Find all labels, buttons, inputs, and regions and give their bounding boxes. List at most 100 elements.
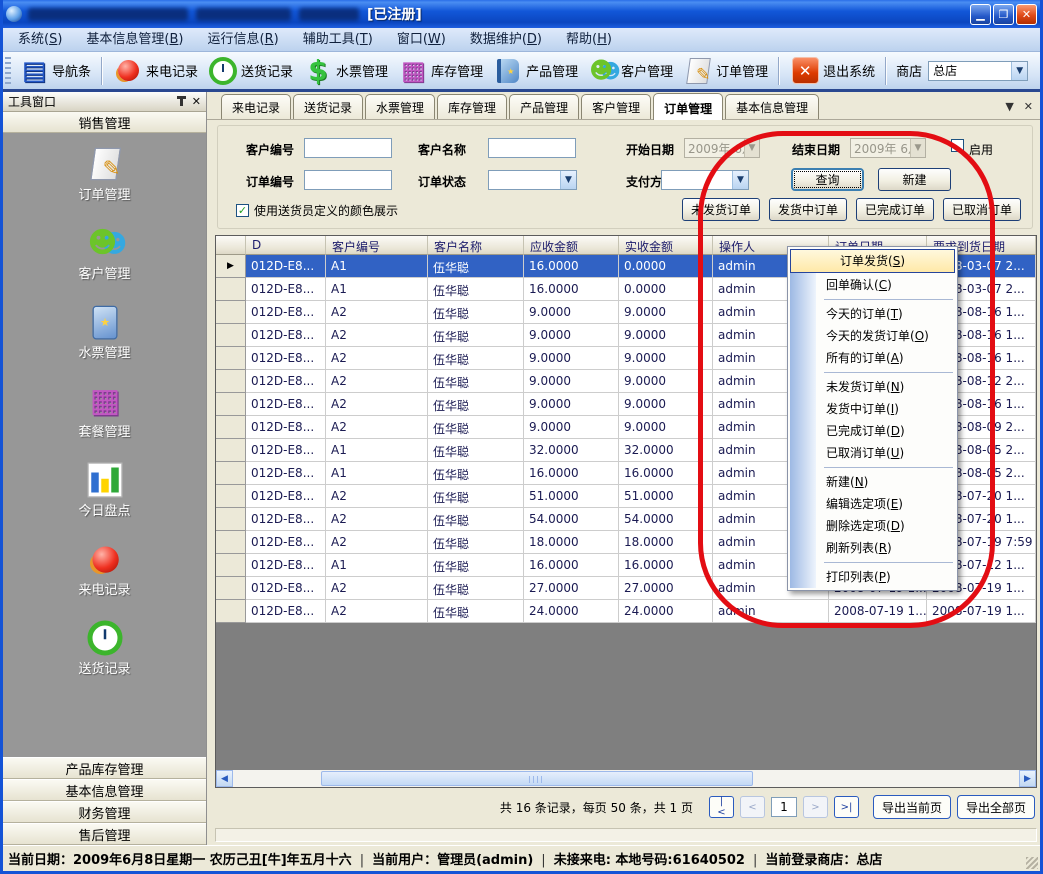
menubar-item[interactable]: 基本信息管理(B) xyxy=(76,29,193,51)
row-selector-cell[interactable] xyxy=(216,531,246,554)
scrollbar-thumb[interactable] xyxy=(321,771,753,786)
row-selector-cell[interactable] xyxy=(216,278,246,301)
first-page-button[interactable]: |< xyxy=(709,796,734,818)
toolbar-button[interactable]: 导航条 xyxy=(14,54,96,88)
tab[interactable]: 来电记录 xyxy=(221,94,291,119)
sidebar-item[interactable]: 来电记录 xyxy=(3,544,206,598)
toolbar-button[interactable]: 订单管理 xyxy=(678,54,773,88)
menubar-item[interactable]: 运行信息(R) xyxy=(198,29,289,51)
scroll-right-icon[interactable]: ▶ xyxy=(1019,770,1036,787)
horizontal-scrollbar[interactable]: ◀ ▶ xyxy=(216,770,1036,787)
row-selector-cell[interactable] xyxy=(216,485,246,508)
customer-name-input[interactable] xyxy=(488,138,576,158)
order-status-filter-button[interactable]: 已完成订单 xyxy=(856,198,934,221)
restore-icon[interactable]: ❐ xyxy=(993,4,1014,25)
context-menu-item[interactable]: 订单发货(S) xyxy=(790,249,955,273)
chevron-down-icon[interactable]: ▼ xyxy=(1005,100,1013,113)
chevron-down-icon[interactable]: ▼ xyxy=(732,171,748,189)
context-menu-item[interactable]: 今天的发货订单(O) xyxy=(790,325,955,347)
tab[interactable]: 客户管理 xyxy=(581,94,651,119)
sidebar-section[interactable]: 基本信息管理 xyxy=(3,779,206,801)
row-selector-cell[interactable] xyxy=(216,508,246,531)
toolbar-grip-handle[interactable] xyxy=(5,57,11,85)
tab[interactable]: 基本信息管理 xyxy=(725,94,819,119)
enable-checkbox[interactable] xyxy=(951,139,964,152)
scroll-left-icon[interactable]: ◀ xyxy=(216,770,233,787)
column-header[interactable]: 应收金额 xyxy=(524,236,619,255)
order-status-filter-button[interactable]: 发货中订单 xyxy=(769,198,847,221)
column-header[interactable]: 客户名称 xyxy=(428,236,524,255)
order-status-filter-button[interactable]: 未发货订单 xyxy=(682,198,760,221)
context-menu-item[interactable]: 已取消订单(U) xyxy=(790,442,955,464)
next-page-button[interactable]: > xyxy=(803,796,828,818)
toolbar-button[interactable]: 客户管理 xyxy=(583,54,678,88)
row-selector-cell[interactable] xyxy=(216,324,246,347)
sidebar-section[interactable]: 售后管理 xyxy=(3,823,206,845)
sidebar-item[interactable]: 套餐管理 xyxy=(3,386,206,440)
context-menu-item[interactable]: 今天的订单(T) xyxy=(790,303,955,325)
row-selector-cell[interactable] xyxy=(216,554,246,577)
sidebar-item[interactable]: 订单管理 xyxy=(3,149,206,203)
end-date-picker[interactable]: 2009年 6月 8日 ▼ xyxy=(850,138,926,158)
chevron-down-icon[interactable]: ▼ xyxy=(744,139,759,157)
sidebar-item[interactable]: 送货记录 xyxy=(3,623,206,677)
row-selector-cell[interactable] xyxy=(216,255,246,278)
context-menu-item[interactable]: 发货中订单(I) xyxy=(790,398,955,420)
tab[interactable]: 产品管理 xyxy=(509,94,579,119)
prev-page-button[interactable]: < xyxy=(740,796,765,818)
new-button[interactable]: 新建 xyxy=(878,168,951,191)
sidebar-item[interactable]: 今日盘点 xyxy=(3,465,206,519)
context-menu-item[interactable] xyxy=(824,467,953,468)
row-selector-cell[interactable] xyxy=(216,462,246,485)
toolbar-button[interactable]: 送货记录 xyxy=(203,54,298,88)
export-all-pages-button[interactable]: 导出全部页 xyxy=(957,795,1035,819)
context-menu-item[interactable]: 所有的订单(A) xyxy=(790,347,955,369)
context-menu-item[interactable] xyxy=(824,562,953,563)
minimize-icon[interactable]: ▁ xyxy=(970,4,991,25)
sidebar-section[interactable]: 财务管理 xyxy=(3,801,206,823)
pay-method-combobox[interactable]: ▼ xyxy=(661,170,749,190)
sidebar-item[interactable]: 水票管理 xyxy=(3,307,206,361)
close-icon[interactable]: ✕ xyxy=(1016,4,1037,25)
chevron-down-icon[interactable]: ▼ xyxy=(910,139,925,157)
tab[interactable]: 库存管理 xyxy=(437,94,507,119)
context-menu-item[interactable]: 已完成订单(D) xyxy=(790,420,955,442)
column-header[interactable]: 客户编号 xyxy=(326,236,428,255)
close-icon[interactable]: ✕ xyxy=(1024,100,1033,113)
context-menu-item[interactable]: 新建(N) xyxy=(790,471,955,493)
order-status-filter-button[interactable]: 已取消订单 xyxy=(943,198,1021,221)
context-menu-item[interactable] xyxy=(824,299,953,300)
close-icon[interactable]: ✕ xyxy=(192,96,201,107)
export-current-page-button[interactable]: 导出当前页 xyxy=(873,795,951,819)
toolbar-button[interactable]: 产品管理 xyxy=(488,54,583,88)
order-no-input[interactable] xyxy=(304,170,392,190)
context-menu-item[interactable]: 打印列表(P) xyxy=(790,566,955,588)
row-selector-cell[interactable] xyxy=(216,416,246,439)
tab[interactable]: 订单管理 xyxy=(653,93,723,120)
shop-combobox[interactable]: 总店 ▼ xyxy=(928,61,1028,81)
resize-grip[interactable] xyxy=(1026,857,1038,869)
start-date-picker[interactable]: 2009年 6月 8日 ▼ xyxy=(684,138,760,158)
toolbar-button[interactable]: 退出系统 xyxy=(785,54,880,88)
row-selector-cell[interactable] xyxy=(216,347,246,370)
chevron-down-icon[interactable]: ▼ xyxy=(1011,62,1027,80)
toolbar-button[interactable] xyxy=(885,57,887,85)
chevron-down-icon[interactable]: ▼ xyxy=(560,171,576,189)
context-menu-item[interactable]: 删除选定项(D) xyxy=(790,515,955,537)
row-selector-cell[interactable] xyxy=(216,439,246,462)
tab[interactable]: 送货记录 xyxy=(293,94,363,119)
context-menu-item[interactable]: 回单确认(C) xyxy=(790,274,955,296)
color-display-checkbox[interactable] xyxy=(236,204,249,217)
sidebar-section[interactable]: 产品库存管理 xyxy=(3,757,206,779)
context-menu-item[interactable]: 编辑选定项(E) xyxy=(790,493,955,515)
sidebar-item[interactable]: 客户管理 xyxy=(3,228,206,282)
column-header[interactable] xyxy=(216,236,246,255)
row-selector-cell[interactable] xyxy=(216,370,246,393)
customer-no-input[interactable] xyxy=(304,138,392,158)
tab[interactable]: 水票管理 xyxy=(365,94,435,119)
column-header[interactable]: D xyxy=(246,236,326,255)
page-number-input[interactable] xyxy=(771,797,797,817)
menubar-item[interactable]: 辅助工具(T) xyxy=(293,29,383,51)
toolbar-button[interactable] xyxy=(101,57,103,85)
row-selector-cell[interactable] xyxy=(216,393,246,416)
